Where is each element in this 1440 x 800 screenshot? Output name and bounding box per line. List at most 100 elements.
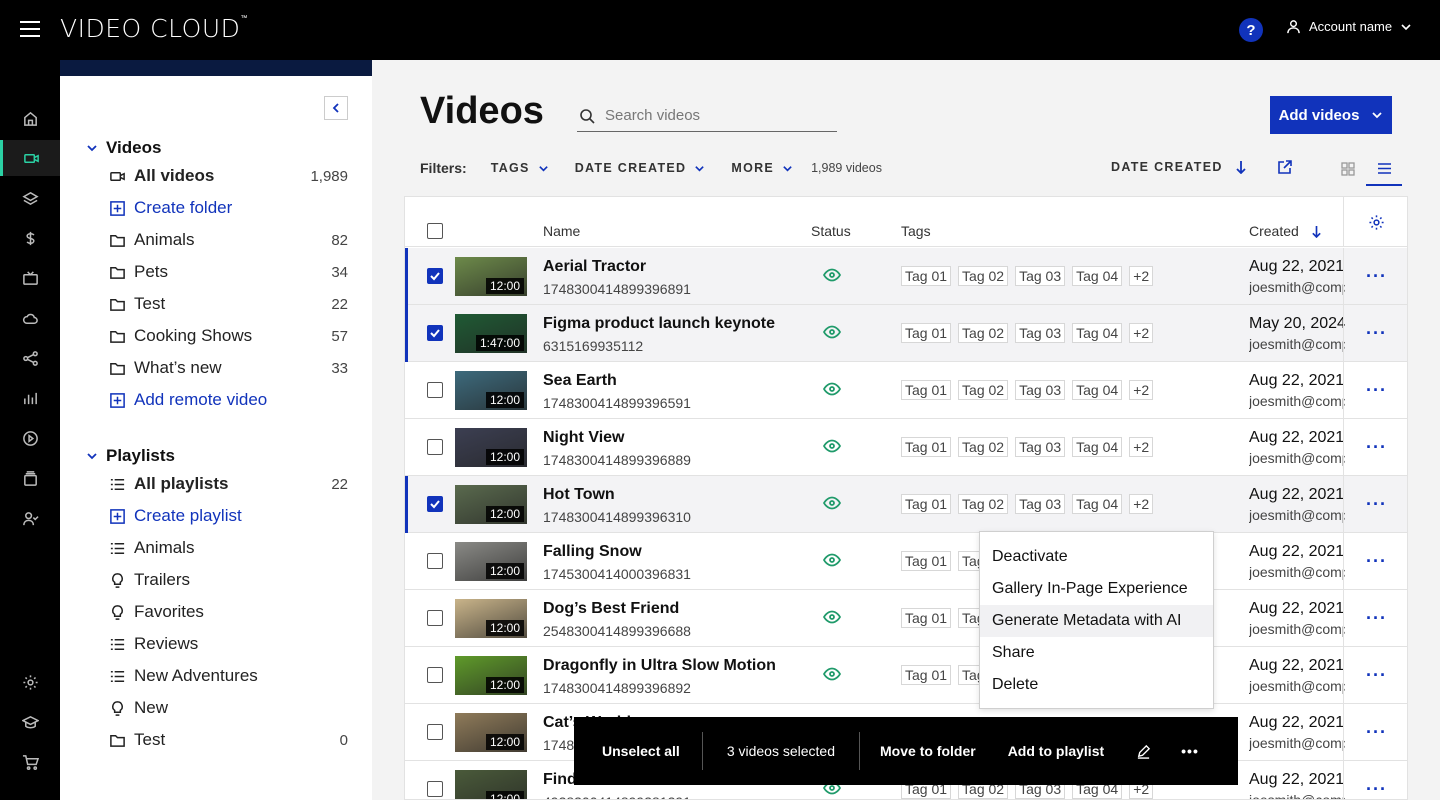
sidebar-item-pets[interactable]: Pets 34 (108, 258, 348, 286)
tag-chip[interactable]: Tag 04 (1072, 380, 1123, 400)
row-more-button[interactable]: ··· (1343, 533, 1407, 590)
rail-social[interactable] (0, 340, 60, 376)
row-more-button[interactable]: ··· (1343, 362, 1407, 419)
row-checkbox[interactable] (427, 667, 443, 683)
row-more-button[interactable]: ··· (1343, 248, 1407, 305)
tag-chip[interactable]: Tag 03 (1015, 494, 1066, 514)
video-thumbnail[interactable]: 12:00 (455, 656, 527, 695)
sidebar-item-playlist-animals[interactable]: Animals (108, 534, 348, 562)
tag-chip[interactable]: Tag 01 (901, 494, 952, 514)
rail-home[interactable] (0, 100, 60, 136)
filter-tags[interactable]: TAGS (491, 161, 549, 175)
sidebar-item-favorites[interactable]: Favorites (108, 598, 348, 626)
rail-cloud[interactable] (0, 300, 60, 336)
grid-view-button[interactable] (1330, 152, 1366, 186)
row-checkbox[interactable] (427, 553, 443, 569)
rail-live[interactable] (0, 260, 60, 296)
tag-chip[interactable]: Tag 01 (901, 665, 952, 685)
sidebar-item-new-adventures[interactable]: New Adventures (108, 662, 348, 690)
row-checkbox[interactable] (427, 439, 443, 455)
row-checkbox[interactable] (427, 325, 443, 341)
sidebar-item-new[interactable]: New (108, 694, 348, 722)
sort-date-created[interactable]: DATE CREATED (1111, 160, 1247, 174)
table-row[interactable]: 12:00 Dog’s Best Friend 2548300414899396… (405, 590, 1407, 647)
video-thumbnail[interactable]: 12:00 (455, 485, 527, 524)
tag-chip[interactable]: Tag 02 (958, 323, 1009, 343)
row-checkbox[interactable] (427, 268, 443, 284)
column-name[interactable]: Name (543, 223, 580, 239)
tag-chip[interactable]: Tag 02 (958, 494, 1009, 514)
playlists-section-toggle[interactable]: Playlists (86, 446, 175, 466)
menu-item-share[interactable]: Share (980, 637, 1213, 669)
column-status[interactable]: Status (811, 223, 851, 239)
video-thumbnail[interactable]: 12:00 (455, 371, 527, 410)
sidebar-item-reviews[interactable]: Reviews (108, 630, 348, 658)
row-more-button[interactable]: ··· (1343, 476, 1407, 533)
sidebar-item-all-videos[interactable]: All videos 1,989 (108, 162, 348, 190)
sidebar-item-animals[interactable]: Animals 82 (108, 226, 348, 254)
sidebar-item-test[interactable]: Test 22 (108, 290, 348, 318)
tag-chip[interactable]: Tag 03 (1015, 380, 1066, 400)
tag-chip[interactable]: +2 (1129, 494, 1154, 514)
tag-chip[interactable]: Tag 01 (901, 323, 952, 343)
menu-icon[interactable] (20, 21, 40, 37)
video-thumbnail[interactable]: 12:00 (455, 599, 527, 638)
row-checkbox[interactable] (427, 610, 443, 626)
tag-chip[interactable]: Tag 02 (958, 380, 1009, 400)
unselect-all-button[interactable]: Unselect all (602, 743, 680, 759)
tag-chip[interactable]: Tag 01 (901, 266, 952, 286)
rail-audience[interactable] (0, 500, 60, 536)
video-thumbnail[interactable]: 12:00 (455, 257, 527, 296)
add-to-playlist-button[interactable]: Add to playlist (1008, 743, 1104, 759)
column-tags[interactable]: Tags (901, 223, 931, 239)
sidebar-item-whats-new[interactable]: What’s new 33 (108, 354, 348, 382)
table-row[interactable]: 12:00 Night View 1748300414899396889 Tag… (405, 419, 1407, 476)
tag-chip[interactable]: Tag 04 (1072, 323, 1123, 343)
export-icon[interactable] (1277, 159, 1293, 175)
video-name[interactable]: Figma product launch keynote (543, 315, 775, 333)
tag-chip[interactable]: +2 (1129, 266, 1154, 286)
help-button[interactable]: ? (1239, 18, 1263, 42)
tag-chip[interactable]: Tag 04 (1072, 266, 1123, 286)
tag-chip[interactable]: Tag 03 (1015, 437, 1066, 457)
tag-chip[interactable]: Tag 01 (901, 608, 952, 628)
search-box[interactable] (577, 100, 837, 132)
row-checkbox[interactable] (427, 781, 443, 797)
video-name[interactable]: Dragonfly in Ultra Slow Motion (543, 657, 776, 675)
video-name[interactable]: Sea Earth (543, 372, 617, 390)
filter-date-created[interactable]: DATE CREATED (575, 161, 706, 175)
tag-chip[interactable]: Tag 02 (958, 437, 1009, 457)
tag-chip[interactable]: Tag 01 (901, 380, 952, 400)
account-menu[interactable]: Account name (1286, 19, 1412, 34)
video-thumbnail[interactable]: 1:47:00 (455, 314, 527, 353)
tag-chip[interactable]: Tag 02 (958, 266, 1009, 286)
rail-videos[interactable] (0, 140, 60, 176)
rail-gallery[interactable] (0, 460, 60, 496)
add-videos-button[interactable]: Add videos (1270, 96, 1392, 134)
video-name[interactable]: Find (543, 771, 577, 789)
tag-chip[interactable]: +2 (1129, 323, 1154, 343)
column-created[interactable]: Created (1249, 223, 1322, 239)
video-thumbnail[interactable]: 12:00 (455, 542, 527, 581)
row-more-button[interactable]: ··· (1343, 590, 1407, 647)
sidebar-item-trailers[interactable]: Trailers (108, 566, 348, 594)
menu-item-deactivate[interactable]: Deactivate (980, 541, 1213, 573)
table-row[interactable]: 12:00 Dragonfly in Ultra Slow Motion 174… (405, 647, 1407, 704)
row-more-button[interactable]: ··· (1343, 305, 1407, 362)
rail-learning[interactable] (0, 704, 60, 740)
video-thumbnail[interactable]: 12:00 (455, 428, 527, 467)
sidebar-item-playlist-test[interactable]: Test 0 (108, 726, 348, 754)
table-row[interactable]: 12:00 Hot Town 1748300414899396310 Tag 0… (405, 476, 1407, 533)
rail-settings[interactable] (0, 664, 60, 700)
row-more-button[interactable]: ··· (1343, 419, 1407, 476)
rail-marketplace[interactable] (0, 744, 60, 780)
select-all-checkbox[interactable] (427, 223, 443, 239)
menu-item-delete[interactable]: Delete (980, 669, 1213, 701)
list-view-button[interactable] (1366, 152, 1402, 186)
rail-layers[interactable] (0, 180, 60, 216)
video-name[interactable]: Aerial Tractor (543, 258, 646, 276)
sidebar-item-all-playlists[interactable]: All playlists 22 (108, 470, 348, 498)
row-checkbox[interactable] (427, 724, 443, 740)
sidebar-item-add-remote-video[interactable]: Add remote video (108, 386, 348, 414)
filter-more[interactable]: MORE (731, 161, 793, 175)
